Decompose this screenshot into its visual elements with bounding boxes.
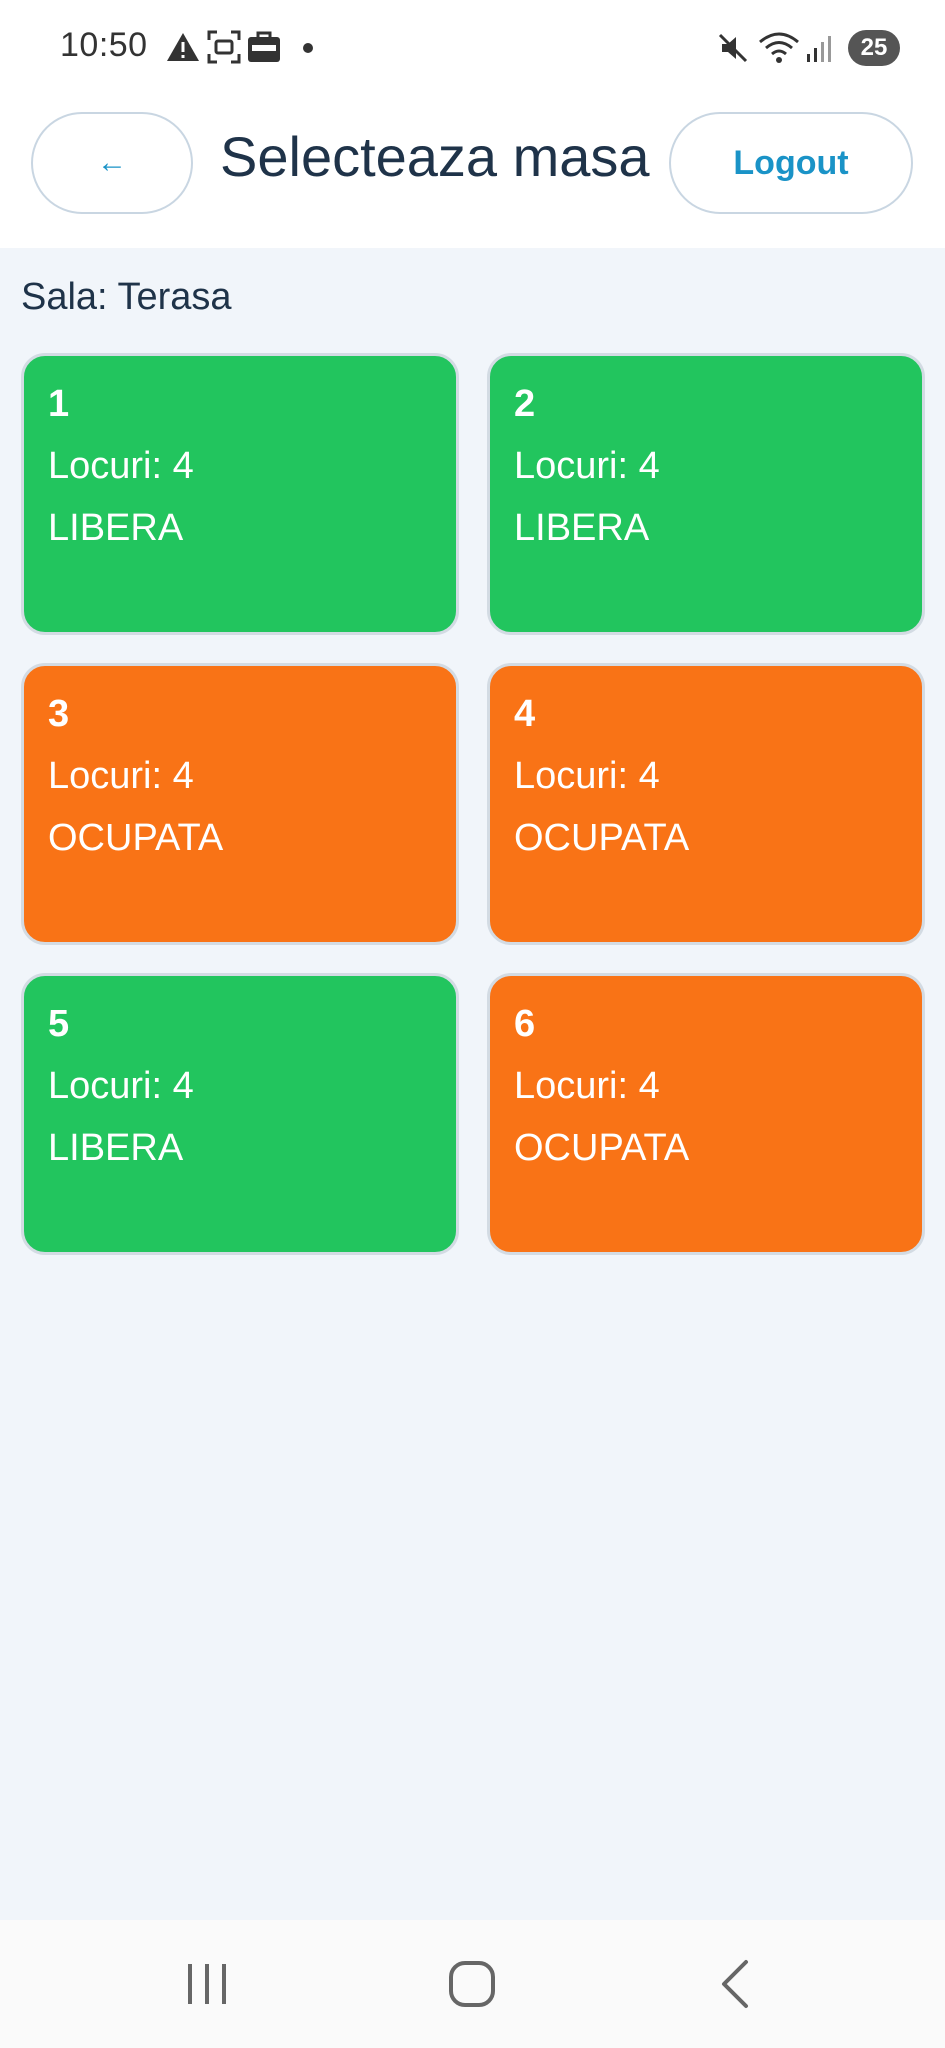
table-seats: Locuri: 4 [48,445,194,487]
table-status: LIBERA [48,1127,184,1169]
table-status: LIBERA [48,507,184,549]
app-header: ← Selecteaza masa Logout [0,100,945,248]
notification-dot-icon [303,43,313,53]
home-icon[interactable] [448,1960,496,2008]
back-button[interactable]: ← [31,112,193,214]
table-card[interactable]: 5 Locuri: 4 LIBERA [21,973,459,1255]
tables-grid: 1 Locuri: 4 LIBERA 2 Locuri: 4 LIBERA 3 … [21,353,925,1255]
table-seats: Locuri: 4 [48,1065,194,1107]
table-number: 6 [514,1003,536,1045]
table-seats: Locuri: 4 [514,755,660,797]
table-status: OCUPATA [514,817,690,859]
table-card[interactable]: 6 Locuri: 4 OCUPATA [487,973,925,1255]
recent-apps-icon[interactable] [184,1962,230,2006]
table-card[interactable]: 1 Locuri: 4 LIBERA [21,353,459,635]
mute-icon [718,33,748,63]
table-card[interactable]: 3 Locuri: 4 OCUPATA [21,663,459,945]
table-card[interactable]: 4 Locuri: 4 OCUPATA [487,663,925,945]
wifi-icon [759,32,799,63]
table-number: 5 [48,1003,70,1045]
logout-button[interactable]: Logout [669,112,913,214]
screenshot-icon [207,30,241,64]
table-seats: Locuri: 4 [48,755,194,797]
room-label: Sala: Terasa [21,276,232,318]
table-number: 2 [514,383,536,425]
status-bar: 10:50 25 [0,0,945,100]
table-status: OCUPATA [514,1127,690,1169]
table-seats: Locuri: 4 [514,445,660,487]
table-card[interactable]: 2 Locuri: 4 LIBERA [487,353,925,635]
signal-icon [807,36,831,62]
table-status: LIBERA [514,507,650,549]
battery-indicator: 25 [848,30,900,66]
table-status: OCUPATA [48,817,224,859]
emag-app-icon [248,31,280,62]
table-number: 1 [48,383,70,425]
main-content: Sala: Terasa 1 Locuri: 4 LIBERA 2 Locuri… [0,248,945,1920]
app-screen: 10:50 25 ← Selecteaza masa Logout Sala: … [0,0,945,2048]
table-number: 3 [48,693,70,735]
warning-icon [167,33,199,61]
system-nav-bar [0,1920,945,2048]
page-title: Selecteaza masa [220,125,650,188]
status-time: 10:50 [60,26,148,64]
back-icon[interactable] [718,1958,752,2010]
table-number: 4 [514,693,536,735]
table-seats: Locuri: 4 [514,1065,660,1107]
